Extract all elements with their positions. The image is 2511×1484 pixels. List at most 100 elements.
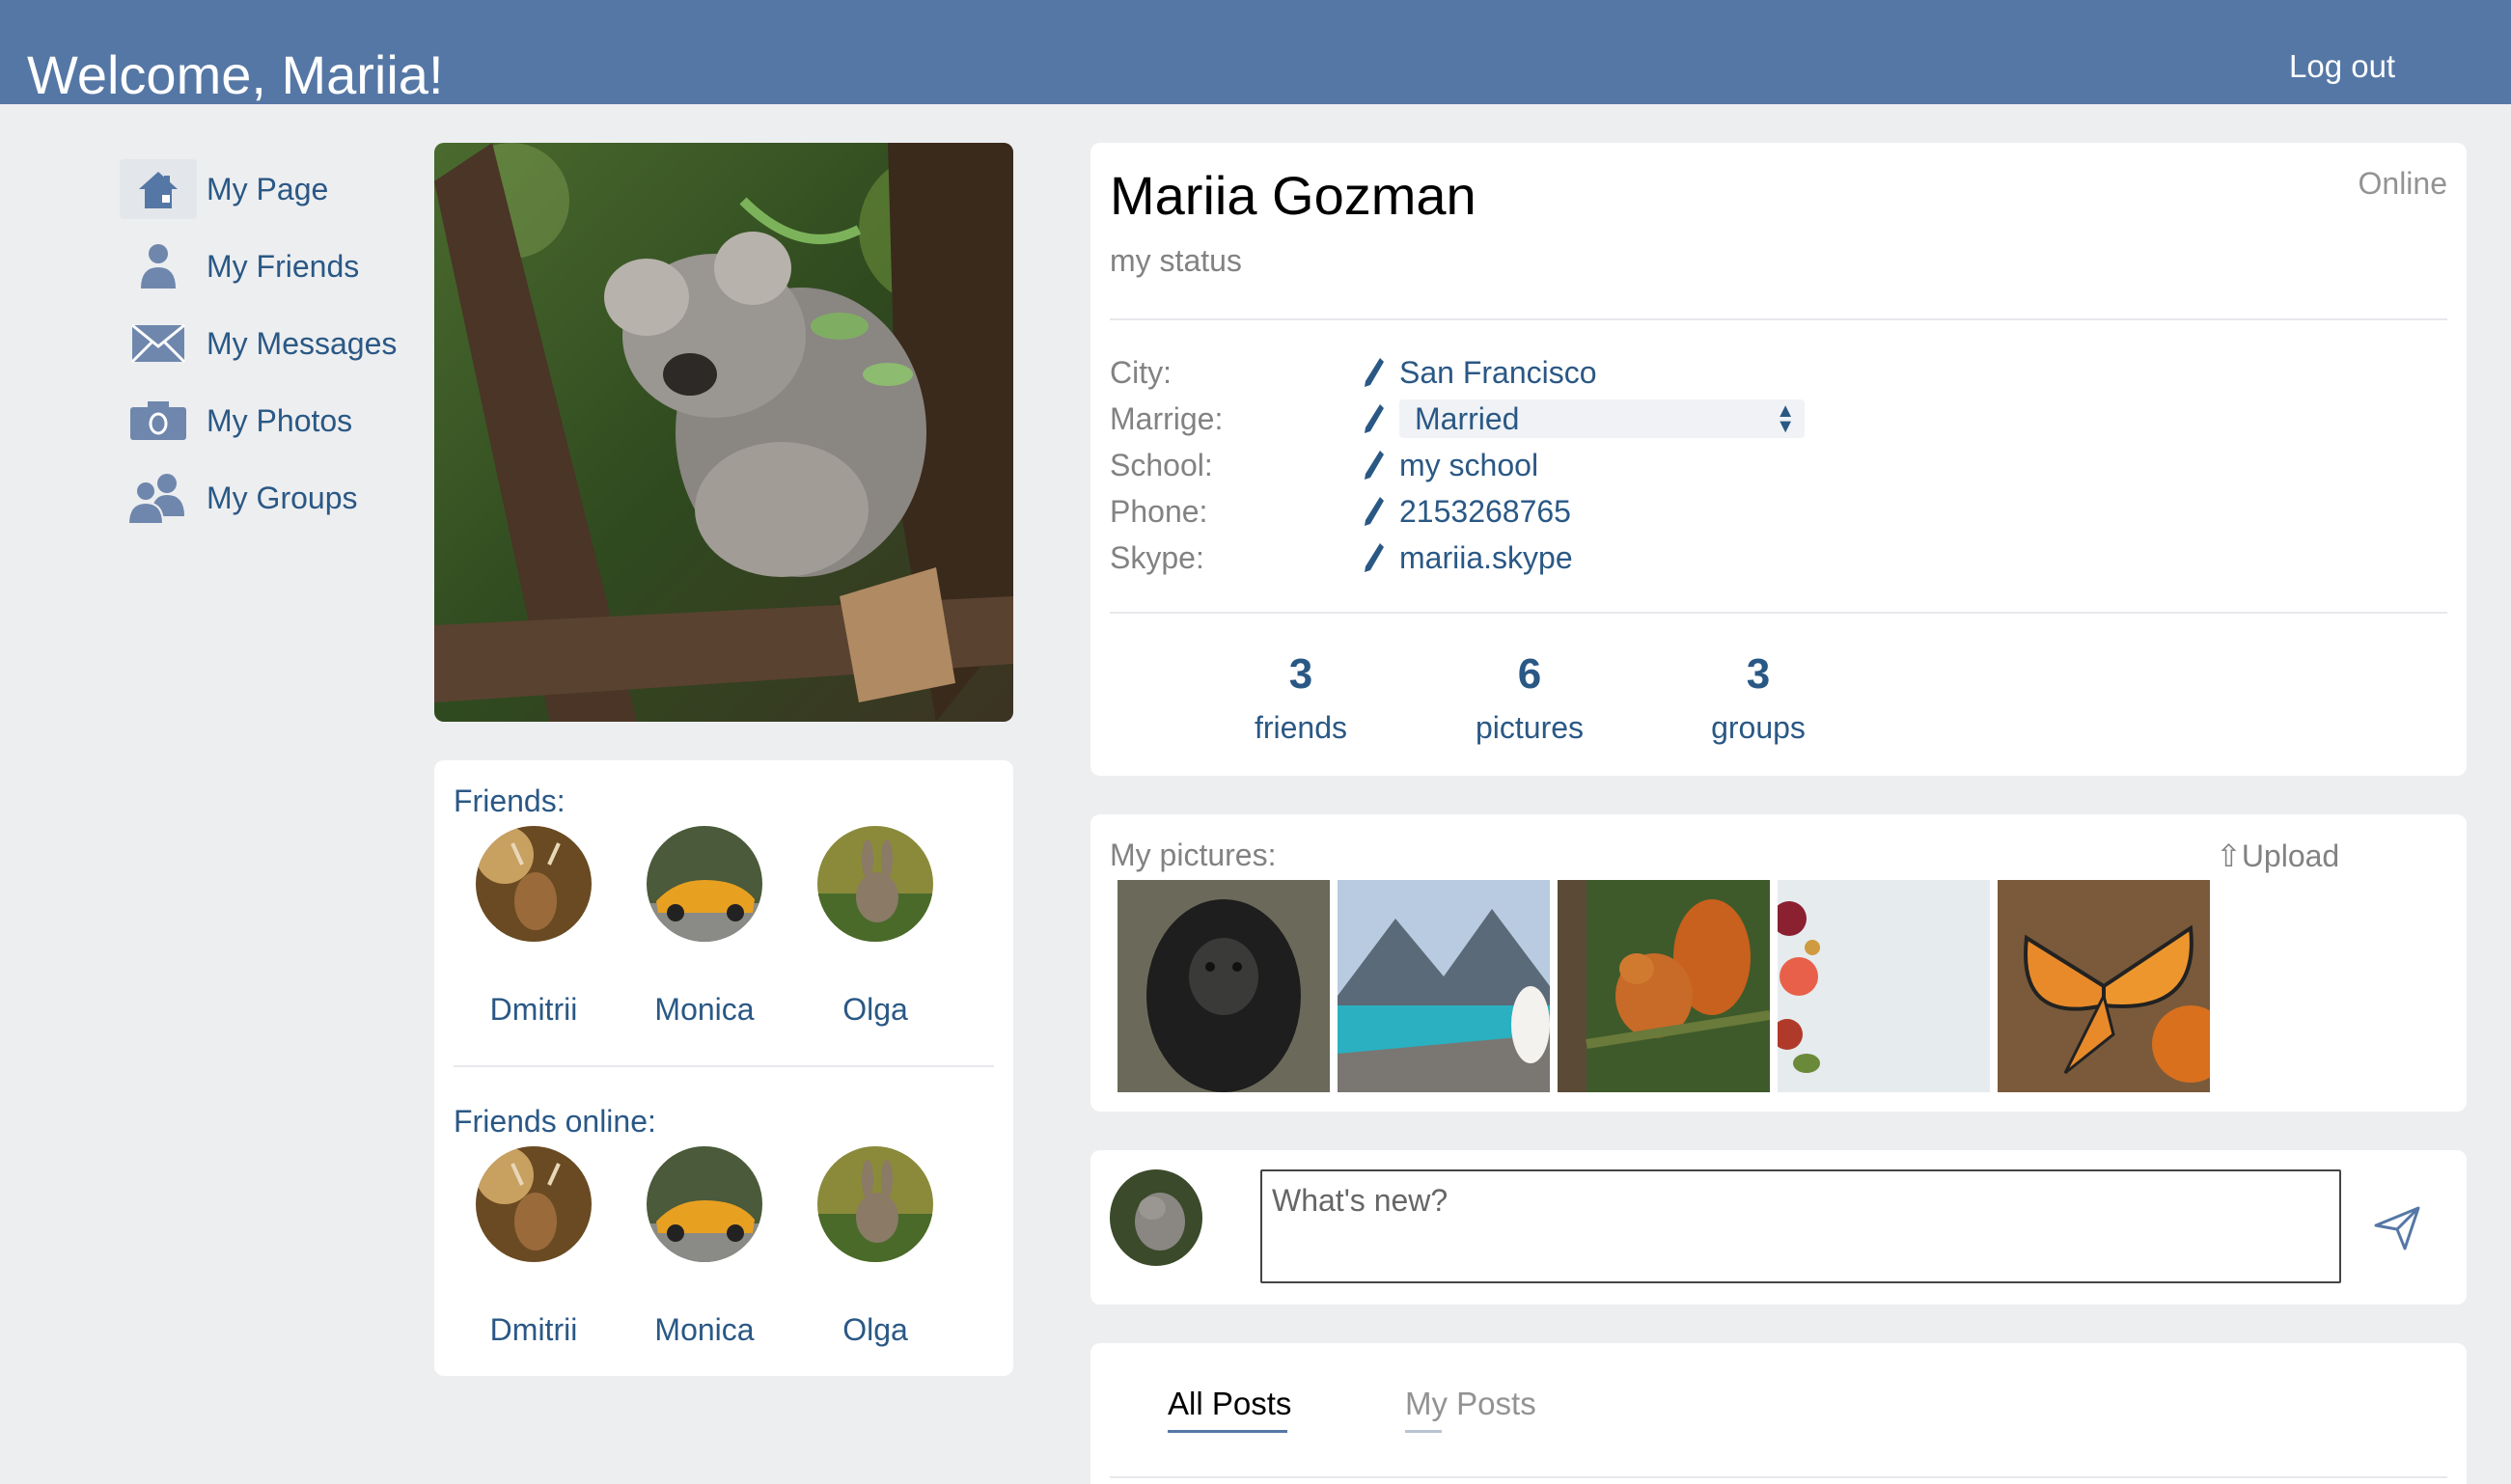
profile-name: Mariia Gozman	[1110, 165, 1476, 226]
welcome-title: Welcome, Mariia!	[27, 44, 444, 105]
upload-label: Upload	[2241, 838, 2340, 873]
pictures-panel: My pictures: ⇧Upload	[1090, 814, 2467, 1112]
picture-butterfly[interactable]	[1998, 880, 2210, 1092]
online-friend-item-dmitrii[interactable]: Dmitrii	[461, 1146, 606, 1348]
friend-name: Monica	[654, 1312, 755, 1347]
tab-label: My Posts	[1405, 1386, 1536, 1421]
school-value[interactable]: my school	[1399, 448, 1538, 483]
new-post-input[interactable]	[1260, 1169, 2341, 1283]
envelope-icon	[120, 314, 197, 373]
city-label: City:	[1110, 354, 1172, 390]
logout-link[interactable]: Log out	[2289, 46, 2395, 87]
profile-divider-bottom	[1110, 612, 2447, 614]
profile-status[interactable]: my status	[1110, 243, 1242, 279]
stat-number: 6	[1517, 650, 1542, 698]
sidebar-item-label: My Messages	[207, 325, 398, 361]
friend-item-olga[interactable]: Olga	[803, 826, 948, 1028]
stat-friends[interactable]: 3 friends	[1204, 650, 1397, 746]
tab-underline	[1405, 1430, 1442, 1433]
home-icon	[120, 159, 197, 219]
info-row-marriage: Marrige: Married ▲ ▼	[1110, 396, 1805, 442]
presence-status: Online	[2358, 166, 2448, 201]
pencil-icon[interactable]	[1363, 448, 1388, 482]
picture-squirrel[interactable]	[1558, 880, 1770, 1092]
person-icon	[120, 236, 197, 296]
stat-number: 3	[1288, 650, 1313, 698]
profile-divider-top	[1110, 318, 2447, 320]
friends-online-title: Friends online:	[454, 1104, 656, 1139]
tab-label: All Posts	[1168, 1386, 1292, 1421]
info-row-school: School: my school	[1110, 442, 1538, 488]
camera-icon	[120, 391, 197, 451]
info-row-city: City: San Francisco	[1110, 349, 1597, 396]
sidebar-item-my-friends[interactable]: My Friends	[120, 228, 409, 305]
school-label: School:	[1110, 447, 1213, 482]
sidebar-item-my-messages[interactable]: My Messages	[120, 305, 409, 382]
tab-my-posts[interactable]: My Posts	[1405, 1386, 1536, 1433]
friends-divider	[454, 1065, 994, 1067]
marriage-label: Marrige:	[1110, 400, 1224, 436]
pictures-title: My pictures:	[1110, 838, 1277, 872]
online-friend-item-monica[interactable]: Monica	[632, 1146, 777, 1348]
pencil-icon[interactable]	[1363, 401, 1388, 436]
friend-item-dmitrii[interactable]: Dmitrii	[461, 826, 606, 1028]
sidebar-nav: My Page My Friends My Messages My Photos…	[120, 151, 409, 536]
friend-name: Dmitrii	[489, 992, 578, 1027]
picture-food-flatlay[interactable]	[1778, 880, 1990, 1092]
friend-avatar	[817, 1146, 933, 1262]
skype-value[interactable]: mariia.skype	[1399, 540, 1573, 576]
upload-button[interactable]: ⇧Upload	[2216, 838, 2339, 874]
friend-avatar	[647, 1146, 762, 1262]
pencil-icon[interactable]	[1363, 540, 1388, 575]
tabs-divider	[1110, 1476, 2447, 1478]
picture-mountain-lake[interactable]	[1338, 880, 1550, 1092]
tab-all-posts[interactable]: All Posts	[1168, 1386, 1291, 1433]
sidebar-item-my-photos[interactable]: My Photos	[120, 382, 409, 459]
stat-groups[interactable]: 3 groups	[1662, 650, 1855, 746]
city-value[interactable]: San Francisco	[1399, 355, 1597, 391]
friend-name: Monica	[654, 992, 755, 1027]
phone-value[interactable]: 2153268765	[1399, 494, 1571, 530]
friend-avatar	[817, 826, 933, 942]
info-row-phone: Phone: 2153268765	[1110, 488, 1571, 535]
tab-active-underline	[1168, 1430, 1287, 1433]
pencil-icon[interactable]	[1363, 494, 1388, 529]
select-arrows-icon: ▲ ▼	[1776, 400, 1795, 437]
friend-name: Olga	[842, 992, 908, 1027]
sidebar-item-my-page[interactable]: My Page	[120, 151, 409, 228]
new-post-panel	[1090, 1150, 2467, 1305]
friend-item-monica[interactable]: Monica	[632, 826, 777, 1028]
sidebar-item-label: My Photos	[207, 402, 353, 438]
profile-panel: Mariia Gozman Online my status City: San…	[1090, 143, 2467, 776]
stat-label: groups	[1711, 710, 1806, 745]
friend-avatar	[476, 826, 592, 942]
profile-photo[interactable]	[434, 143, 1013, 722]
upload-arrow-icon: ⇧	[2216, 838, 2242, 873]
online-friend-item-olga[interactable]: Olga	[803, 1146, 948, 1348]
skype-label: Skype:	[1110, 539, 1204, 575]
post-author-avatar	[1110, 1169, 1202, 1266]
friends-panel: Friends: Dmitrii Monica Olga Friends onl…	[434, 760, 1013, 1376]
friend-avatar	[647, 826, 762, 942]
marriage-select[interactable]: Married ▲ ▼	[1399, 399, 1805, 438]
stat-number: 3	[1746, 650, 1771, 698]
sidebar-item-label: My Page	[207, 171, 329, 206]
send-icon[interactable]	[2370, 1200, 2424, 1254]
friend-name: Dmitrii	[489, 1312, 578, 1347]
picture-gorilla[interactable]	[1118, 880, 1330, 1092]
top-header: Welcome, Mariia! Log out	[0, 0, 2511, 105]
friend-name: Olga	[842, 1312, 908, 1347]
stat-label: friends	[1254, 710, 1348, 745]
pencil-icon[interactable]	[1363, 355, 1388, 390]
sidebar-item-my-groups[interactable]: My Groups	[120, 459, 409, 536]
sidebar-item-label: My Groups	[207, 480, 358, 515]
group-icon	[120, 468, 197, 528]
info-row-skype: Skype: mariia.skype	[1110, 535, 1573, 581]
friend-avatar	[476, 1146, 592, 1262]
marriage-value: Married	[1415, 400, 1520, 436]
friends-title: Friends:	[454, 783, 566, 818]
stat-pictures[interactable]: 6 pictures	[1433, 650, 1626, 746]
stat-label: pictures	[1475, 710, 1585, 745]
sidebar-item-label: My Friends	[207, 248, 360, 284]
phone-label: Phone:	[1110, 493, 1208, 529]
